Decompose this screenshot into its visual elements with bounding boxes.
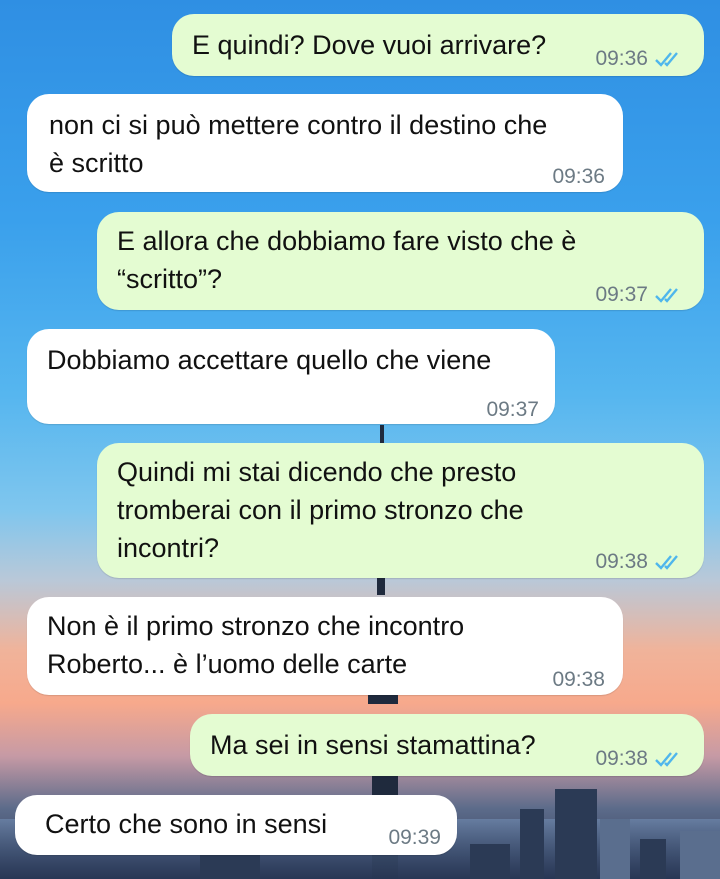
double-check-icon [654,286,682,304]
message-time: 09:36 [595,47,648,70]
message-text: Certo che sono in sensi [45,809,328,839]
message-bubble-outgoing[interactable]: E allora che dobbiamo fare visto che è “… [97,212,704,310]
message-text: Non è il primo stronzo che incontro Robe… [47,611,465,679]
message-meta: 09:36 [595,40,682,78]
message-bubble-outgoing[interactable]: Ma sei in sensi stamattina? 09:38 [190,714,704,776]
tower-segment [377,575,385,595]
message-text: E allora che dobbiamo fare visto che è “… [117,226,577,294]
message-time: 09:38 [595,550,648,573]
message-time: 09:38 [552,668,605,691]
double-check-icon [654,50,682,68]
message-time: 09:36 [552,165,605,188]
message-meta: 09:36 [552,158,605,196]
message-bubble-incoming[interactable]: Non è il primo stronzo che incontro Robe… [27,597,623,695]
double-check-icon [654,553,682,571]
message-text: non ci si può mettere contro il destino … [49,110,548,178]
tower-antenna [380,425,384,443]
message-meta: 09:37 [486,391,539,429]
message-meta: 09:37 [595,276,682,314]
message-meta: 09:38 [595,543,682,581]
message-time: 09:39 [388,826,441,849]
message-bubble-incoming[interactable]: non ci si può mettere contro il destino … [27,94,623,192]
message-text: Ma sei in sensi stamattina? [210,730,536,760]
message-meta: 09:39 [388,819,441,857]
message-text: Quindi mi stai dicendo che presto trombe… [117,457,524,563]
building [200,854,260,879]
message-text: E quindi? Dove vuoi arrivare? [192,30,547,60]
building [470,844,510,879]
building [600,819,630,879]
message-time: 09:37 [595,283,648,306]
message-bubble-outgoing[interactable]: Quindi mi stai dicendo che presto trombe… [97,443,704,578]
building [520,809,544,879]
double-check-icon [654,750,682,768]
building [680,831,720,879]
message-bubble-incoming[interactable]: Certo che sono in sensi 09:39 [15,795,457,855]
message-time: 09:37 [486,398,539,421]
message-bubble-incoming[interactable]: Dobbiamo accettare quello che viene 09:3… [27,329,555,424]
message-meta: 09:38 [552,661,605,699]
message-time: 09:38 [595,747,648,770]
building [640,839,666,879]
building [555,789,597,879]
message-text: Dobbiamo accettare quello che viene [47,345,492,375]
message-meta: 09:38 [595,740,682,778]
message-bubble-outgoing[interactable]: E quindi? Dove vuoi arrivare? 09:36 [172,14,704,76]
